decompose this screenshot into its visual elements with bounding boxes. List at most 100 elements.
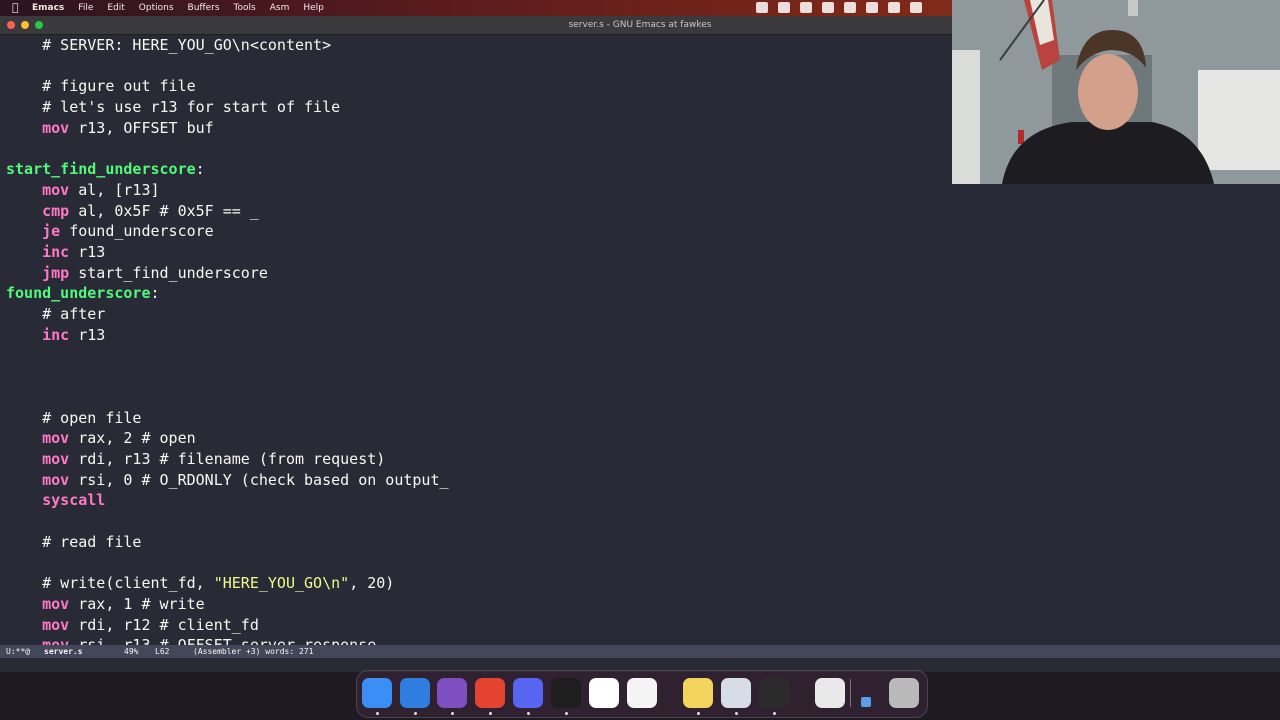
instruction-token: cmp <box>42 201 70 220</box>
code-line[interactable]: mov r13, OFFSET buf <box>6 118 214 138</box>
code-line[interactable]: mov rsi, 0 # O_RDONLY (check based on ou… <box>6 470 449 490</box>
todoist-icon[interactable] <box>475 678 505 708</box>
code-line[interactable]: mov rax, 2 # open <box>6 428 196 448</box>
code-text: rax, 2 # open <box>69 429 196 448</box>
menu-file[interactable]: File <box>78 0 93 16</box>
webcam-overlay <box>952 0 1280 184</box>
photos-icon[interactable] <box>627 678 657 708</box>
instruction-token: inc <box>42 325 70 344</box>
instruction-token: mov <box>42 450 70 468</box>
menu-edit[interactable]: Edit <box>107 0 124 16</box>
menu-options[interactable]: Options <box>139 0 174 16</box>
code-text: # let's use r13 for start of file <box>42 98 341 117</box>
code-line[interactable]: # open file <box>6 408 141 428</box>
dock-separator <box>850 679 851 707</box>
code-text: rsi, 0 # O_RDONLY (check based on output… <box>69 470 449 489</box>
line-number: L62 <box>155 647 170 656</box>
control-icon[interactable] <box>910 2 922 13</box>
window-manager-icon[interactable] <box>822 2 834 13</box>
code-line[interactable]: inc r13 <box>6 325 105 345</box>
documents-icon[interactable] <box>815 678 845 708</box>
dock <box>356 670 928 718</box>
major-mode[interactable]: (Assembler +3) words: 271 <box>193 645 313 658</box>
running-indicator <box>773 712 776 715</box>
menu-asm[interactable]: Asm <box>270 0 290 16</box>
code-line[interactable]: found_underscore: <box>6 283 160 303</box>
apple-menu-icon[interactable]:  <box>12 0 19 16</box>
code-text: # after <box>42 305 106 324</box>
code-line[interactable]: mov al, [r13] <box>6 180 160 200</box>
code-text: # write(client_fd, <box>42 574 214 593</box>
code-line[interactable]: syscall <box>6 490 105 510</box>
screen-icon[interactable] <box>888 2 900 13</box>
code-line[interactable]: # after <box>6 304 105 324</box>
code-line[interactable]: # write(client_fd, "HERE_YOU_GO\n", 20) <box>6 573 394 593</box>
instruction-token: mov <box>42 118 70 137</box>
running-indicator <box>489 712 492 715</box>
code-text: found_underscore <box>60 222 214 241</box>
menu-items: Emacs File Edit Options Buffers Tools Asm Help <box>32 0 324 16</box>
instruction-token: mov <box>42 615 70 634</box>
running-indicator <box>376 712 379 715</box>
instruction-token: mov <box>42 180 70 199</box>
code-text: # SERVER: HERE_YOU_GO\n<content> <box>42 36 332 54</box>
obs-icon[interactable] <box>759 678 789 708</box>
code-text: # figure out file <box>42 77 196 96</box>
safari-icon[interactable] <box>400 678 430 708</box>
instruction-token: mov <box>42 429 70 448</box>
running-indicator <box>565 712 568 715</box>
code-text: r13 <box>69 243 106 261</box>
preview-icon[interactable] <box>721 678 751 708</box>
downloads-icon[interactable] <box>861 697 871 707</box>
code-text: r13, OFFSET buf <box>69 118 214 137</box>
code-line[interactable]: mov rax, 1 # write <box>6 594 205 614</box>
scroll-percent: 49% <box>124 647 139 656</box>
grid-icon[interactable] <box>844 2 856 13</box>
running-indicator <box>527 712 530 715</box>
code-text: r13 <box>69 325 106 344</box>
code-text: rdi, r12 # client_fd <box>69 615 259 634</box>
slack-icon[interactable] <box>589 678 619 708</box>
buffer-status: U:**@ <box>6 647 31 656</box>
code-line[interactable]: je found_underscore <box>6 221 214 241</box>
label-token: start_find_underscore <box>6 160 196 179</box>
running-indicator <box>697 712 700 715</box>
audio-icon[interactable] <box>866 2 878 13</box>
menu-emacs[interactable]: Emacs <box>32 0 64 16</box>
instruction-token: syscall <box>42 491 106 510</box>
code-line[interactable]: # read file <box>6 532 141 552</box>
calendar-icon[interactable] <box>800 2 812 13</box>
terminal-icon[interactable] <box>551 678 581 708</box>
code-line[interactable]: # figure out file <box>6 76 196 96</box>
code-line[interactable]: jmp start_find_underscore <box>6 263 268 283</box>
dropbox-icon[interactable] <box>778 2 790 13</box>
code-text: # open file <box>42 408 142 427</box>
code-line[interactable]: mov rdi, r12 # client_fd <box>6 615 259 635</box>
buffer-name[interactable]: server.s <box>44 645 83 658</box>
emacs-icon[interactable] <box>437 678 467 708</box>
menu-help[interactable]: Help <box>303 0 324 16</box>
instruction-token: je <box>42 222 61 241</box>
menu-tools[interactable]: Tools <box>234 0 256 16</box>
code-line[interactable]: start_find_underscore: <box>6 159 205 179</box>
running-indicator <box>451 712 454 715</box>
running-indicator <box>735 712 738 715</box>
code-text: # read file <box>42 532 142 551</box>
code-line[interactable]: # SERVER: HERE_YOU_GO\n<content> <box>6 35 331 55</box>
code-text: rdi, r13 # filename (from request) <box>69 450 386 468</box>
discord-icon[interactable] <box>513 678 543 708</box>
running-indicator <box>414 712 417 715</box>
finder-icon[interactable] <box>362 678 392 708</box>
code-line[interactable]: inc r13 <box>6 242 105 262</box>
creative-cloud-icon[interactable] <box>756 2 768 13</box>
instruction-token: inc <box>42 243 70 261</box>
string-token: "HERE_YOU_GO\n" <box>213 574 350 593</box>
code-line[interactable]: # let's use r13 for start of file <box>6 97 340 117</box>
trash-icon[interactable] <box>889 678 919 708</box>
code-text: al, [r13] <box>69 180 160 199</box>
script-editor-icon[interactable] <box>683 678 713 708</box>
instruction-token: jmp <box>42 263 70 282</box>
code-line[interactable]: cmp al, 0x5F # 0x5F == _ <box>6 201 259 221</box>
menu-buffers[interactable]: Buffers <box>188 0 220 16</box>
code-line[interactable]: mov rdi, r13 # filename (from request) <box>6 449 385 469</box>
